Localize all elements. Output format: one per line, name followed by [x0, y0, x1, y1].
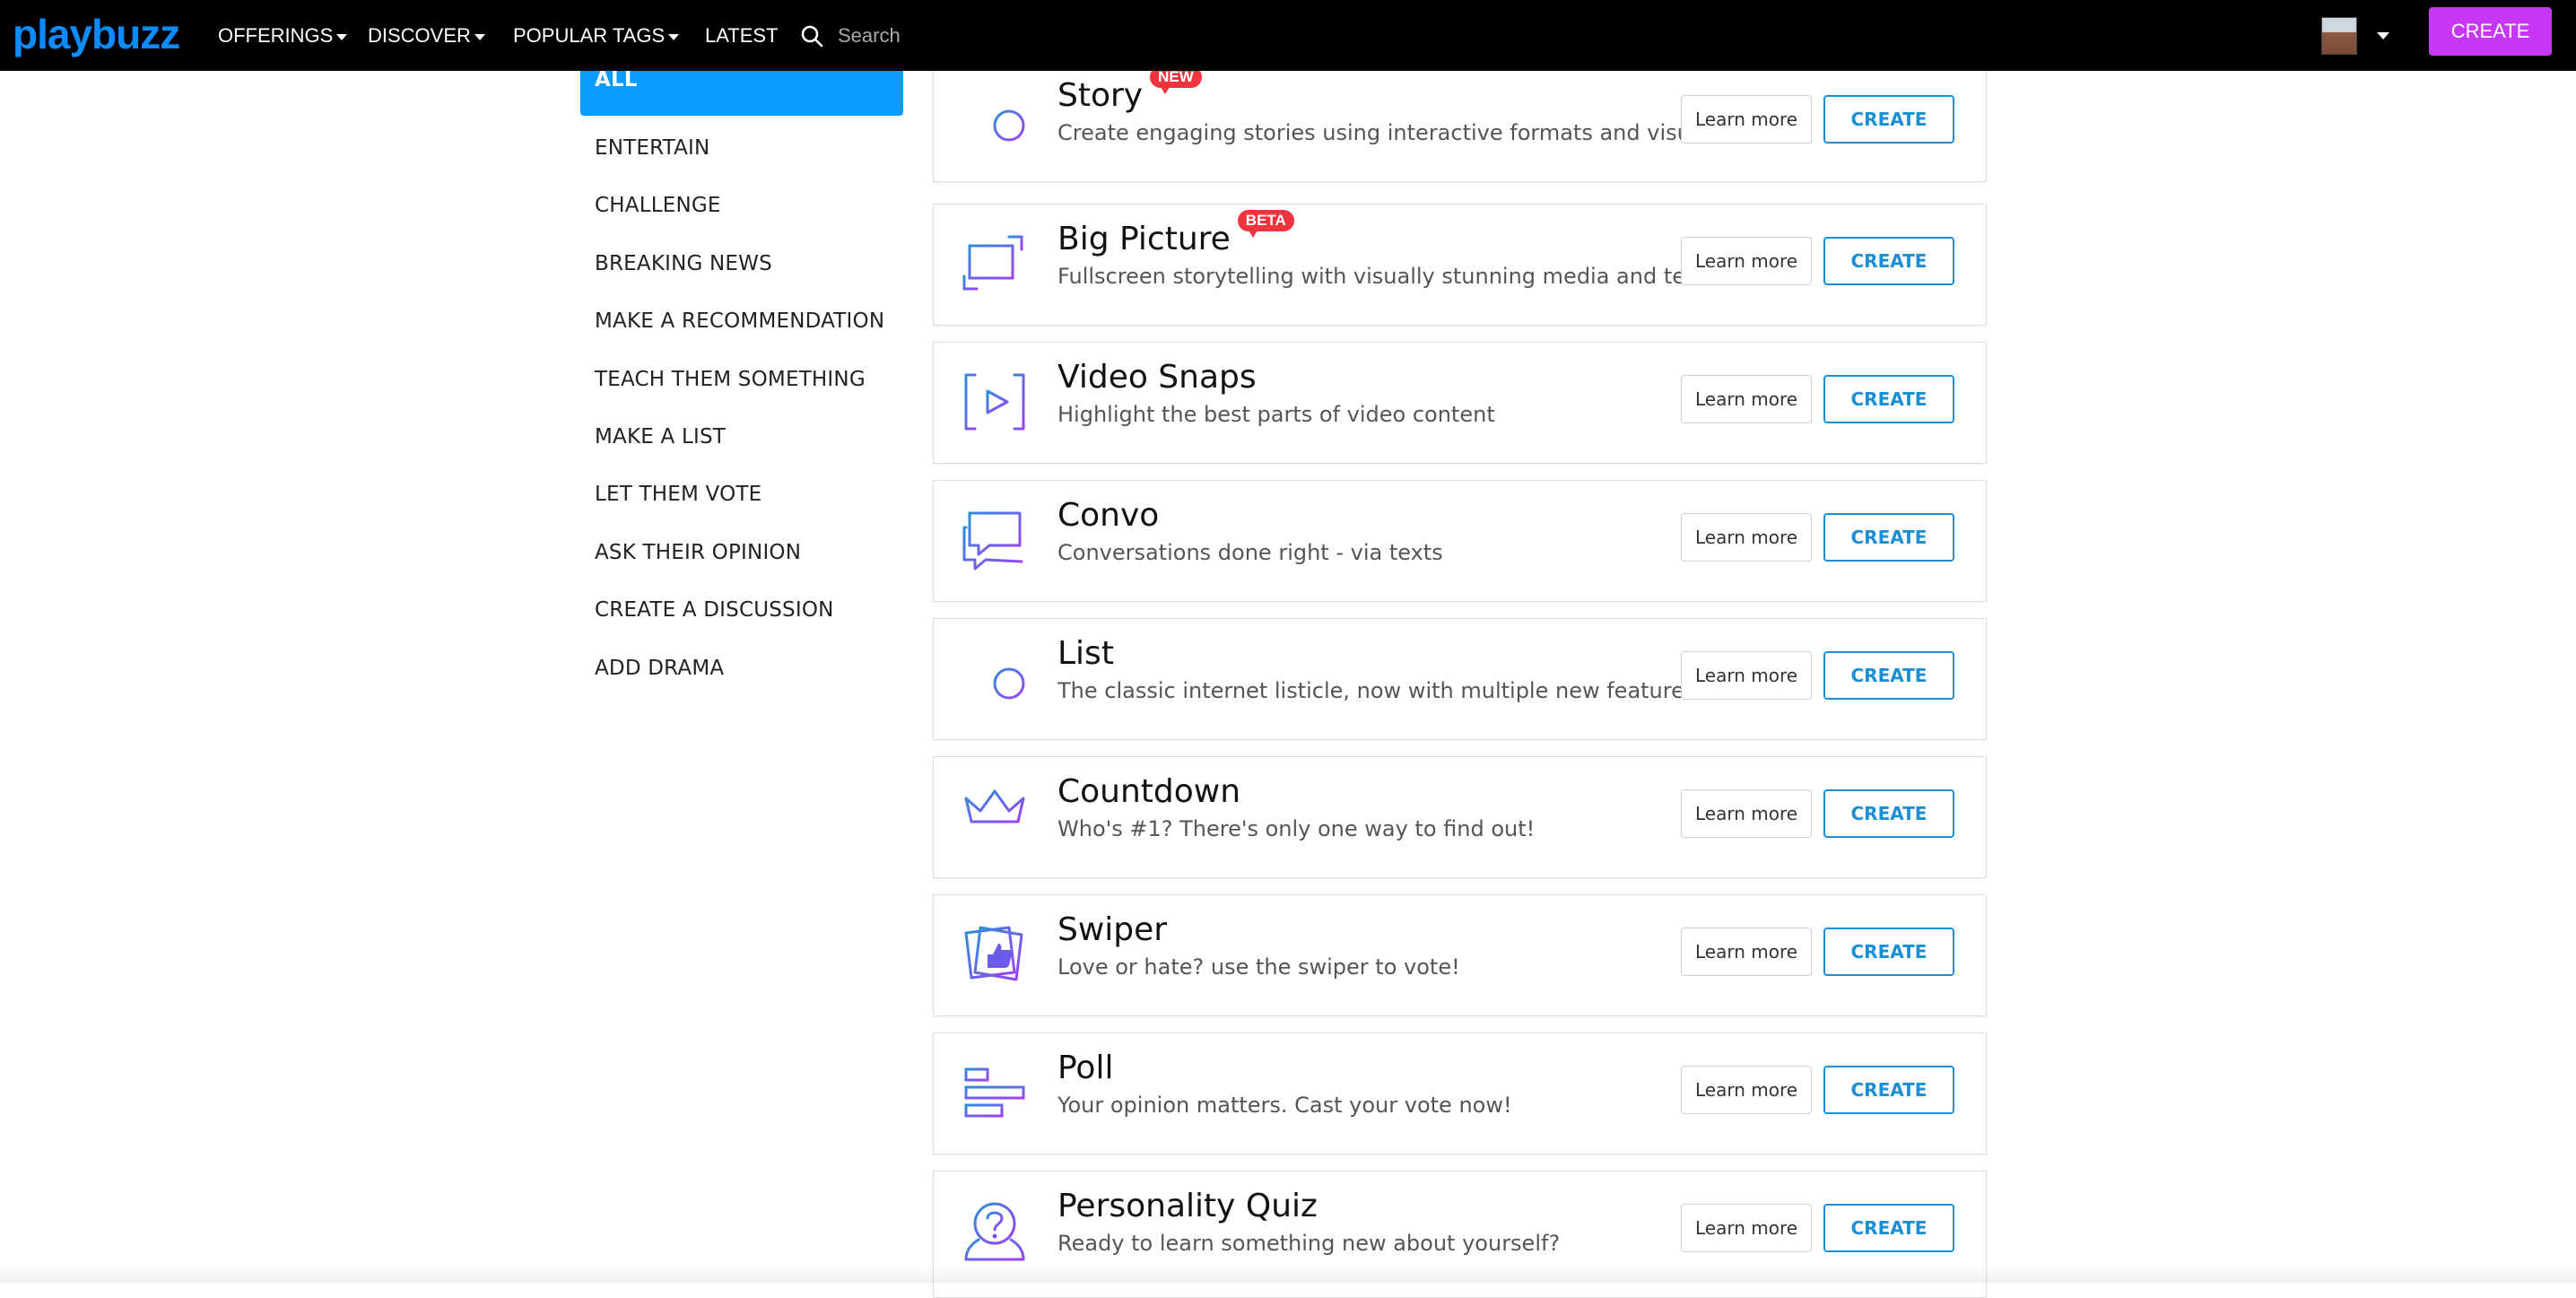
card-title-row: Personality Quiz	[1057, 1188, 1318, 1224]
format-card-list: List The classic internet listicle, now …	[933, 618, 1987, 740]
sidebar-item-add-drama[interactable]: ADD DRAMA	[580, 645, 903, 692]
card-title: Personality Quiz	[1057, 1188, 1318, 1224]
list-plus-icon	[962, 100, 1025, 142]
search-input[interactable]	[836, 17, 1073, 55]
card-title: Countdown	[1057, 773, 1241, 810]
learn-more-button[interactable]: Learn more	[1681, 375, 1812, 423]
create-personality-quiz-button[interactable]: CREATE	[1823, 1204, 1954, 1252]
card-title-row: Video Snaps	[1057, 359, 1257, 396]
create-button[interactable]: CREATE	[2429, 7, 2552, 56]
create-countdown-button[interactable]: CREATE	[1823, 789, 1954, 838]
search-icon[interactable]	[800, 24, 823, 48]
sidebar-item-breaking-news[interactable]: BREAKING NEWS	[580, 240, 903, 287]
big-picture-icon	[962, 235, 1023, 291]
card-description: Fullscreen storytelling with visually st…	[1057, 264, 1707, 289]
create-video-snaps-button[interactable]: CREATE	[1823, 375, 1954, 423]
create-convo-button[interactable]: CREATE	[1823, 513, 1954, 562]
format-card-swiper: Swiper Love or hate? use the swiper to v…	[933, 894, 1987, 1016]
sidebar-item-let-them-vote[interactable]: LET THEM VOTE	[580, 471, 903, 518]
card-description: Conversations done right - via texts	[1057, 540, 1443, 565]
nav-latest-label: LATEST	[705, 24, 779, 47]
card-title-row: Swiper	[1057, 911, 1167, 948]
playbuzz-logo[interactable]: playbuzz	[13, 9, 180, 59]
card-title: Big Picture	[1057, 221, 1231, 257]
sidebar-item-entertain[interactable]: ENTERTAIN	[580, 125, 903, 171]
sidebar-item-create-a-discussion[interactable]: CREATE A DISCUSSION	[580, 587, 903, 633]
card-title-row: Poll	[1057, 1050, 1113, 1086]
avatar[interactable]	[2321, 17, 2357, 55]
card-title: Convo	[1057, 497, 1160, 534]
nav-discover[interactable]: DISCOVER	[368, 18, 485, 54]
learn-more-button[interactable]: Learn more	[1681, 1066, 1812, 1114]
format-card-video-snaps: Video Snaps Highlight the best parts of …	[933, 342, 1987, 464]
card-title-row: Big Picture BETA	[1057, 210, 1294, 257]
chat-bubbles-icon	[962, 511, 1023, 571]
create-big-picture-button[interactable]: CREATE	[1823, 237, 1954, 285]
sidebar-item-teach-them-something[interactable]: TEACH THEM SOMETHING	[580, 356, 903, 403]
video-play-icon	[964, 373, 1025, 431]
sidebar-item-make-a-list[interactable]: MAKE A LIST	[580, 414, 903, 460]
card-description: Who's #1? There's only one way to find o…	[1057, 816, 1536, 841]
format-card-countdown: Countdown Who's #1? There's only one way…	[933, 756, 1987, 878]
crown-icon	[964, 789, 1025, 847]
chevron-down-icon	[474, 33, 485, 40]
card-description: Love or hate? use the swiper to vote!	[1057, 954, 1460, 980]
search-box	[800, 15, 1073, 57]
create-swiper-button[interactable]: CREATE	[1823, 928, 1954, 976]
category-sidebar: ALL ENTERTAIN CHALLENGE BREAKING NEWS MA…	[580, 70, 903, 702]
nav-popular-tags[interactable]: POPULAR TAGS	[513, 18, 680, 54]
question-person-icon	[964, 1202, 1025, 1261]
sidebar-item-all[interactable]: ALL	[580, 70, 903, 116]
create-story-button[interactable]: CREATE	[1823, 95, 1954, 144]
chevron-down-icon	[668, 33, 680, 40]
sidebar-item-make-a-recommendation[interactable]: MAKE A RECOMMENDATION	[580, 298, 903, 344]
card-title-row: Countdown	[1057, 773, 1240, 810]
learn-more-button[interactable]: Learn more	[1681, 789, 1812, 838]
nav-latest[interactable]: LATEST	[705, 18, 779, 54]
poll-bars-icon	[964, 1067, 1025, 1118]
format-card-convo: Convo Conversations done right - via tex…	[933, 480, 1987, 602]
card-title: Poll	[1057, 1050, 1114, 1086]
create-list-button[interactable]: CREATE	[1823, 651, 1954, 700]
nav-offerings-label: OFFERINGS	[218, 24, 334, 47]
nav-discover-label: DISCOVER	[368, 24, 471, 47]
card-title-row: Story NEW	[1057, 66, 1202, 114]
card-title: Story	[1057, 77, 1144, 114]
learn-more-button[interactable]: Learn more	[1681, 95, 1812, 144]
card-title: Swiper	[1057, 911, 1168, 948]
thumbs-up-cards-icon	[964, 926, 1023, 981]
learn-more-button[interactable]: Learn more	[1681, 651, 1812, 700]
card-title: Video Snaps	[1057, 359, 1257, 396]
nav-offerings[interactable]: OFFERINGS	[218, 18, 348, 54]
nav-popular-tags-label: POPULAR TAGS	[513, 24, 666, 47]
list-plus-icon	[962, 658, 1025, 700]
card-description: Create engaging stories using interactiv…	[1057, 120, 1728, 145]
learn-more-button[interactable]: Learn more	[1681, 1204, 1812, 1252]
card-title-row: Convo	[1057, 497, 1159, 534]
chevron-down-icon[interactable]	[2377, 32, 2389, 39]
card-description: Highlight the best parts of video conten…	[1057, 402, 1495, 427]
format-card-big-picture: Big Picture BETA Fullscreen storytelling…	[933, 204, 1987, 326]
format-card-poll: Poll Your opinion matters. Cast your vot…	[933, 1032, 1987, 1154]
learn-more-button[interactable]: Learn more	[1681, 237, 1812, 285]
top-navbar: playbuzz OFFERINGS DISCOVER POPULAR TAGS…	[0, 0, 2576, 71]
learn-more-button[interactable]: Learn more	[1681, 513, 1812, 562]
card-description: Ready to learn something new about yours…	[1057, 1231, 1561, 1256]
create-poll-button[interactable]: CREATE	[1823, 1066, 1954, 1114]
sidebar-item-ask-their-opinion[interactable]: ASK THEIR OPINION	[580, 529, 903, 576]
card-description: The classic internet listicle, now with …	[1057, 678, 1704, 703]
learn-more-button[interactable]: Learn more	[1681, 928, 1812, 976]
beta-badge: BETA	[1237, 210, 1294, 238]
card-title: List	[1057, 635, 1114, 672]
card-description: Your opinion matters. Cast your vote now…	[1057, 1093, 1512, 1118]
sidebar-item-challenge[interactable]: CHALLENGE	[580, 182, 903, 229]
card-title-row: List	[1057, 635, 1114, 672]
chevron-down-icon	[336, 33, 348, 40]
format-card-story: Story NEW Create engaging stories using …	[933, 64, 1987, 182]
page-bottom-shadow	[0, 1265, 2576, 1283]
